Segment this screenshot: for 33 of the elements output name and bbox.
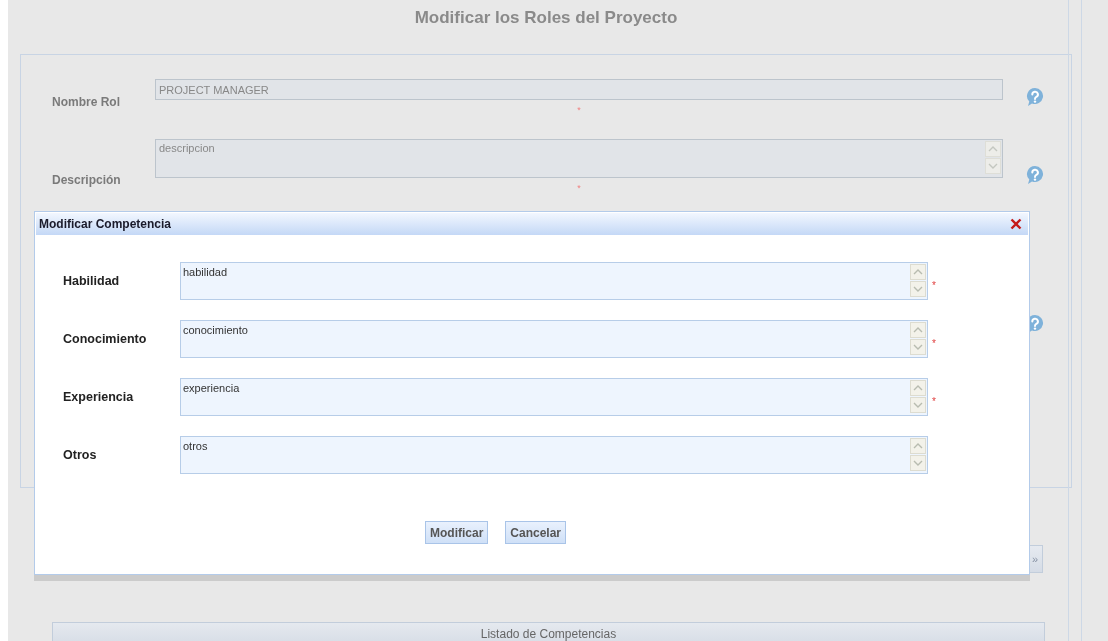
scroll-down-button[interactable] — [910, 339, 926, 355]
text-area[interactable]: conocimiento — [180, 320, 928, 358]
field-label: Otros — [63, 448, 98, 462]
scroll-up-button[interactable] — [910, 264, 926, 280]
scroll-up-button[interactable] — [910, 438, 926, 454]
field-label: Experiencia — [63, 390, 135, 404]
dialog-button[interactable]: Cancelar — [505, 521, 567, 544]
close-icon[interactable] — [1010, 218, 1022, 230]
scroll-up-button[interactable] — [910, 380, 926, 396]
required-mark: * — [932, 279, 936, 291]
help-icon[interactable] — [1025, 87, 1045, 107]
field-label: Descripción — [52, 173, 122, 189]
field-label: Nombre Rol — [52, 95, 121, 111]
field-label: Conocimiento — [63, 332, 148, 346]
scroll-up-button[interactable] — [985, 141, 1001, 157]
text-area[interactable]: habilidad — [180, 262, 928, 300]
required-mark: * — [577, 182, 581, 195]
required-mark: * — [577, 104, 581, 117]
scroll-down-button[interactable] — [910, 281, 926, 297]
scroll-down-button[interactable] — [910, 397, 926, 413]
scroll-down-button[interactable] — [985, 158, 1001, 174]
text-area[interactable]: otros — [180, 436, 928, 474]
help-icon[interactable] — [1025, 165, 1045, 185]
list-header: Listado de Competencias — [52, 622, 1045, 641]
text-area[interactable]: experiencia — [180, 378, 928, 416]
scroll-down-button[interactable] — [910, 455, 926, 471]
required-mark: * — [932, 395, 936, 407]
dialog-button[interactable]: Modificar — [425, 521, 489, 544]
page-title: Modificar los Roles del Proyecto — [413, 7, 679, 28]
dialog-title: Modificar Competencia — [39, 217, 172, 231]
scroll-up-button[interactable] — [910, 322, 926, 338]
required-mark: * — [932, 337, 936, 349]
field-label: Habilidad — [63, 274, 121, 288]
